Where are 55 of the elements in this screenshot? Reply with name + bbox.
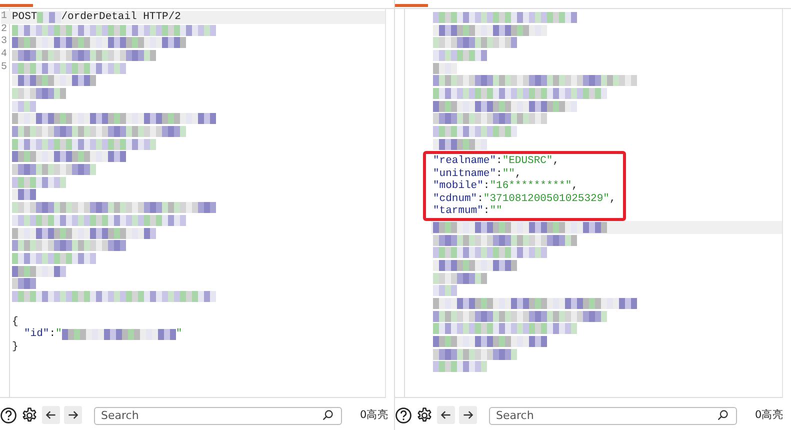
line-number: 2 xyxy=(1,24,8,36)
code-text: { xyxy=(12,316,18,328)
right-arrow-icon xyxy=(67,409,79,421)
code-text: } xyxy=(12,340,18,354)
left-arrow-icon xyxy=(45,409,57,421)
code-text: "371081200501025329" xyxy=(483,192,610,205)
code-text: " xyxy=(176,328,182,341)
code-text: "16*********" xyxy=(490,180,572,193)
settings-icon[interactable] xyxy=(416,406,433,424)
code-text: "realname" xyxy=(433,155,496,168)
code-text: : xyxy=(483,205,490,218)
code-text: : xyxy=(496,155,502,168)
left-arrow-icon xyxy=(440,409,452,421)
request-editor[interactable]: 1 POST /orderDetail HTTP/2 2 3 4 5 { "id":" " } xyxy=(0,9,386,398)
code-text: , xyxy=(572,180,578,193)
code-text: : xyxy=(49,328,56,341)
help-icon[interactable] xyxy=(0,406,17,424)
line-number: 1 xyxy=(1,11,8,24)
code-text: , xyxy=(552,155,560,168)
line-number: 4 xyxy=(1,49,8,62)
forward-button[interactable] xyxy=(459,406,477,424)
search-field[interactable]: Search xyxy=(94,406,342,424)
settings-icon[interactable] xyxy=(21,406,38,424)
code-text: "mobile" xyxy=(433,180,484,193)
search-field[interactable]: Search xyxy=(489,406,737,424)
code-text: : xyxy=(496,168,502,180)
code-text: "" xyxy=(502,168,515,180)
highlight-count: 0高亮 xyxy=(360,408,389,422)
back-button[interactable] xyxy=(42,406,60,424)
code-text: , xyxy=(609,192,616,206)
response-editor[interactable]: "realname":"EDUSRC", "unitname":"", "mobile":"16*********", "cdnum":"371081200501025329", "tarmum":"" xyxy=(395,9,783,398)
code-text: POST xyxy=(12,11,38,24)
code-text: : xyxy=(483,180,490,193)
code-text: "unitname" xyxy=(433,168,496,180)
code-text: " xyxy=(56,328,62,341)
code-text: "cdnum" xyxy=(433,192,478,205)
forward-button[interactable] xyxy=(64,406,82,424)
code-text: "EDUSRC" xyxy=(502,155,553,168)
active-tab-indicator xyxy=(0,4,33,7)
code-text: "" xyxy=(490,205,502,218)
code-text: "id" xyxy=(24,328,50,341)
search-icon[interactable] xyxy=(717,409,729,421)
line-number: 5 xyxy=(1,62,8,74)
line-number: 3 xyxy=(1,36,8,49)
back-button[interactable] xyxy=(437,406,455,424)
active-tab-indicator xyxy=(395,4,428,7)
highlight-count: 0高亮 xyxy=(755,408,784,422)
help-icon[interactable] xyxy=(395,406,412,424)
right-arrow-icon xyxy=(462,409,474,421)
code-text: , xyxy=(514,168,522,180)
pixelated-text xyxy=(37,12,62,23)
search-icon[interactable] xyxy=(322,409,334,421)
code-text: : xyxy=(477,192,484,205)
code-text: "tarmum" xyxy=(433,205,484,218)
code-text: /orderDetail HTTP/2 xyxy=(61,11,181,24)
